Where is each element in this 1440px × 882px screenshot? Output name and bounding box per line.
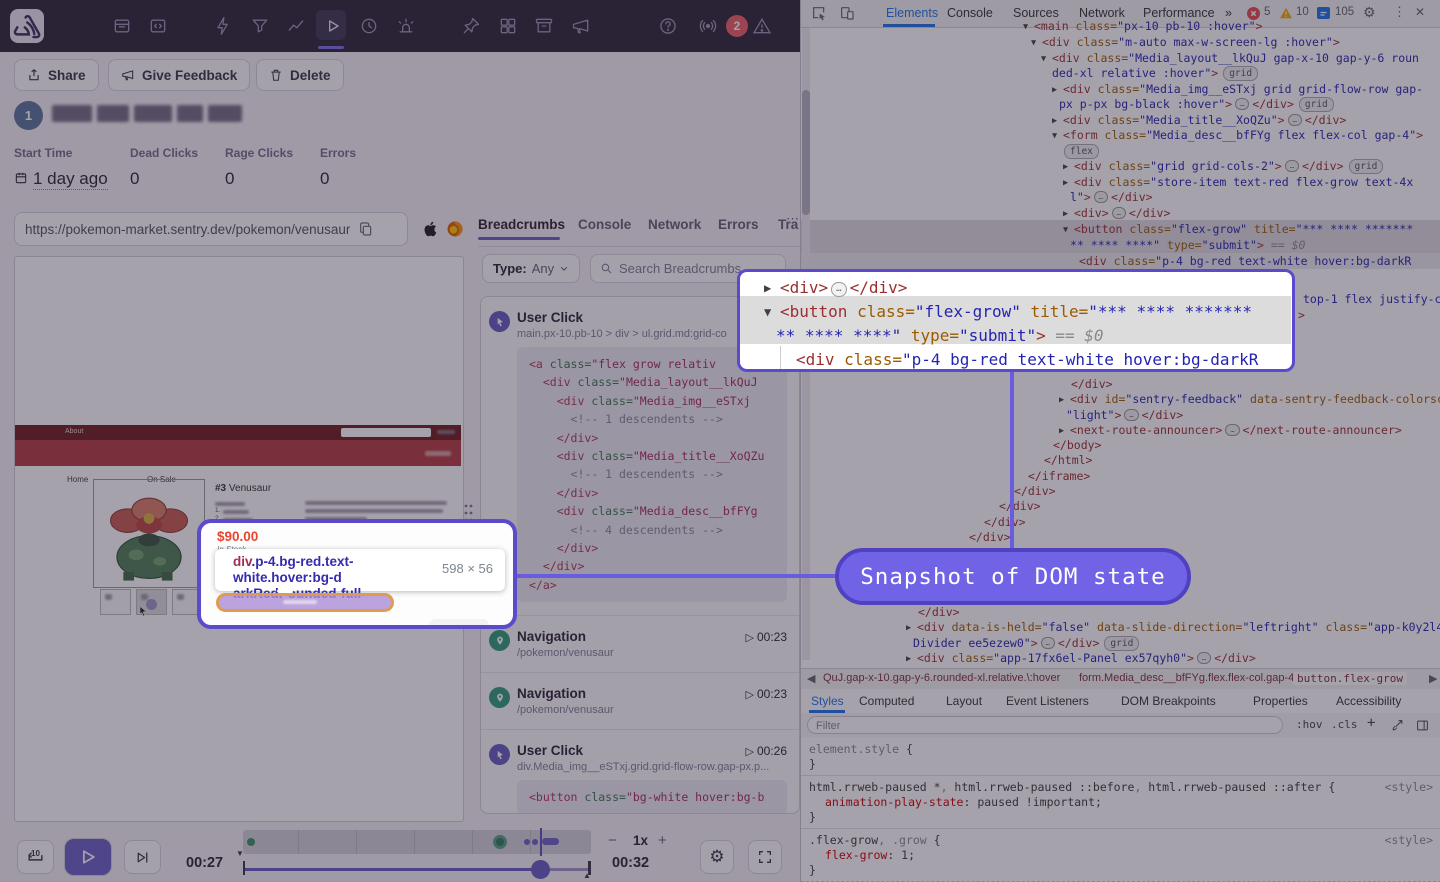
code-token: <div	[796, 350, 835, 369]
ellipsis-pill[interactable]: …	[831, 282, 846, 297]
inspect-tooltip: div.p-4.bg-red.text-white.hover:bg-darkR…	[215, 549, 505, 591]
code-token: class=	[847, 302, 914, 321]
dim-overlay	[0, 0, 1440, 882]
connector-line-horizontal	[513, 574, 839, 578]
highlighted-button-overlay	[216, 593, 394, 612]
code-token: ** **** ****"	[776, 326, 901, 345]
code-token: ▶	[764, 276, 780, 300]
code-token: ▼	[764, 300, 780, 324]
code-token: <div>	[780, 278, 828, 297]
popup-code-line[interactable]: ▶<div>… </div>	[740, 276, 1295, 300]
dom-snapshot-callout: ▶<div>…</div>▼<button class="flex-grow" …	[737, 269, 1295, 372]
code-token: class=	[835, 350, 902, 369]
code-token: "flex-grow"	[915, 302, 1021, 321]
tooltip-dimensions: 598 × 56	[442, 561, 493, 576]
code-token: type=	[901, 326, 959, 345]
code-token: "p-4 bg-red text-white hover:bg-darkR	[902, 350, 1258, 369]
page-more-button	[429, 619, 489, 629]
code-token: </div>	[850, 278, 908, 297]
connector-line-vertical	[1010, 371, 1014, 551]
popup-code-line[interactable]: <div class="p-4 bg-red text-white hover:…	[740, 348, 1295, 372]
code-token: == $0	[1046, 326, 1104, 345]
element-tooltip-callout: $90.00 In Stock div.p-4.bg-red.text-whit…	[197, 519, 517, 629]
code-token: <button	[780, 302, 847, 321]
code-token: "submit"	[959, 326, 1036, 345]
popup-code-line[interactable]: ▼<button class="flex-grow" title="*** **…	[740, 300, 1295, 324]
snapshot-annotation-badge: Snapshot of DOM state	[835, 548, 1191, 605]
code-token: title=	[1021, 302, 1088, 321]
code-token: >	[1036, 326, 1046, 345]
popup-code-line[interactable]: ** **** ****" type="submit"> == $0	[740, 324, 1295, 348]
screenshot-root: 2 Share Give Feedback Delete 1 Start Tim…	[0, 0, 1440, 882]
code-token: "*** **** *******	[1088, 302, 1252, 321]
product-price: $90.00	[217, 529, 258, 544]
snapshot-annotation-label: Snapshot of DOM state	[860, 564, 1165, 590]
